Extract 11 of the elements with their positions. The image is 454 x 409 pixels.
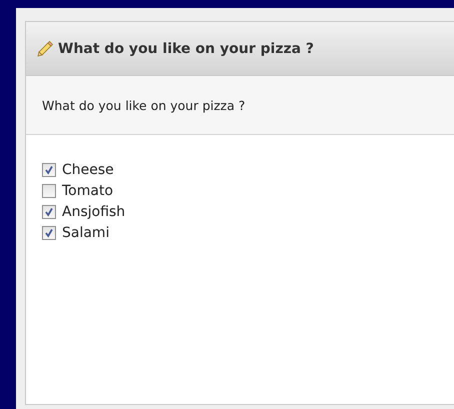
question-text: What do you like on your pizza ?	[42, 98, 246, 112]
option-label: Salami	[62, 224, 110, 240]
pencil-icon	[36, 40, 54, 58]
panel-title: What do you like on your pizza ?	[58, 40, 314, 56]
option-label: Cheese	[62, 162, 114, 178]
option-label: Tomato	[62, 182, 114, 198]
checkbox[interactable]	[42, 162, 56, 176]
checkbox[interactable]	[42, 184, 56, 198]
option-label: Ansjofish	[62, 204, 126, 220]
checkbox[interactable]	[42, 204, 56, 218]
checkbox[interactable]	[42, 226, 56, 240]
